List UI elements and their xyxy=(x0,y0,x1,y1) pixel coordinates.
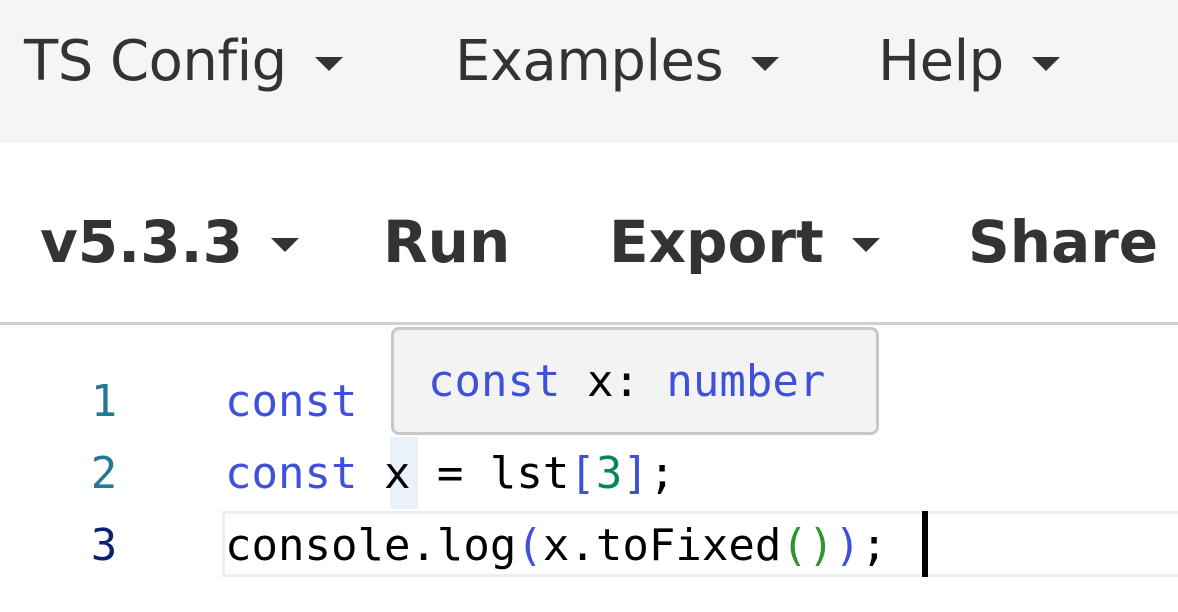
bracket-token: [ xyxy=(569,448,596,499)
version-select-button[interactable]: v5.3.3 xyxy=(40,142,299,342)
menu-examples-label: Examples xyxy=(455,28,724,94)
tooltip-type: number xyxy=(666,355,826,407)
code-line-3[interactable]: 3 console.log(x.toFixed()); xyxy=(0,511,1178,581)
share-button[interactable]: Share xyxy=(968,142,1158,342)
bracket-token: () xyxy=(781,520,835,571)
menu-help-label: Help xyxy=(878,28,1004,94)
line-code: const x = lst[3]; xyxy=(225,439,675,509)
keyword-token: const xyxy=(225,448,358,499)
number-token: 3 xyxy=(595,448,623,499)
text-cursor xyxy=(922,511,928,577)
bracket-token: ] xyxy=(622,448,649,499)
version-label: v5.3.3 xyxy=(40,208,243,276)
punctuation-token: ; xyxy=(648,448,676,499)
run-label: Run xyxy=(383,208,511,276)
top-menu-bar: TS Config Examples Help xyxy=(0,0,1178,142)
export-button[interactable]: Export xyxy=(609,142,880,342)
chevron-down-icon xyxy=(851,238,880,252)
line-code: const xyxy=(225,367,357,437)
line-code: console.log(x.toFixed()); xyxy=(225,511,887,581)
keyword-token: const xyxy=(225,376,358,427)
run-button[interactable]: Run xyxy=(383,142,510,342)
identifier-token: x = lst xyxy=(357,448,570,499)
line-number: 1 xyxy=(90,376,118,427)
chevron-down-icon xyxy=(1031,57,1060,71)
identifier-token: console.log xyxy=(225,520,517,571)
chevron-down-icon xyxy=(270,238,299,252)
punctuation-token: ; xyxy=(860,520,888,571)
code-line-2[interactable]: 2 const x = lst[3]; xyxy=(0,439,1178,509)
chevron-down-icon xyxy=(314,57,343,71)
identifier-token: x.toFixed xyxy=(542,520,782,571)
bracket-token: ( xyxy=(516,520,543,571)
line-number: 3 xyxy=(90,520,118,571)
bracket-token: ) xyxy=(834,520,861,571)
playground-toolbar: v5.3.3 Run Export Share xyxy=(0,142,1178,322)
menu-ts-config[interactable]: TS Config xyxy=(24,0,343,122)
chevron-down-icon xyxy=(751,57,780,71)
export-label: Export xyxy=(609,208,824,276)
menu-ts-config-label: TS Config xyxy=(24,28,287,94)
menu-help[interactable]: Help xyxy=(878,0,1060,122)
share-label: Share xyxy=(968,208,1159,276)
hover-tooltip: const x: number xyxy=(391,327,879,435)
tooltip-keyword: const xyxy=(428,355,561,407)
line-number: 2 xyxy=(90,448,118,499)
menu-examples[interactable]: Examples xyxy=(455,0,780,122)
tooltip-name: x: xyxy=(560,355,667,407)
